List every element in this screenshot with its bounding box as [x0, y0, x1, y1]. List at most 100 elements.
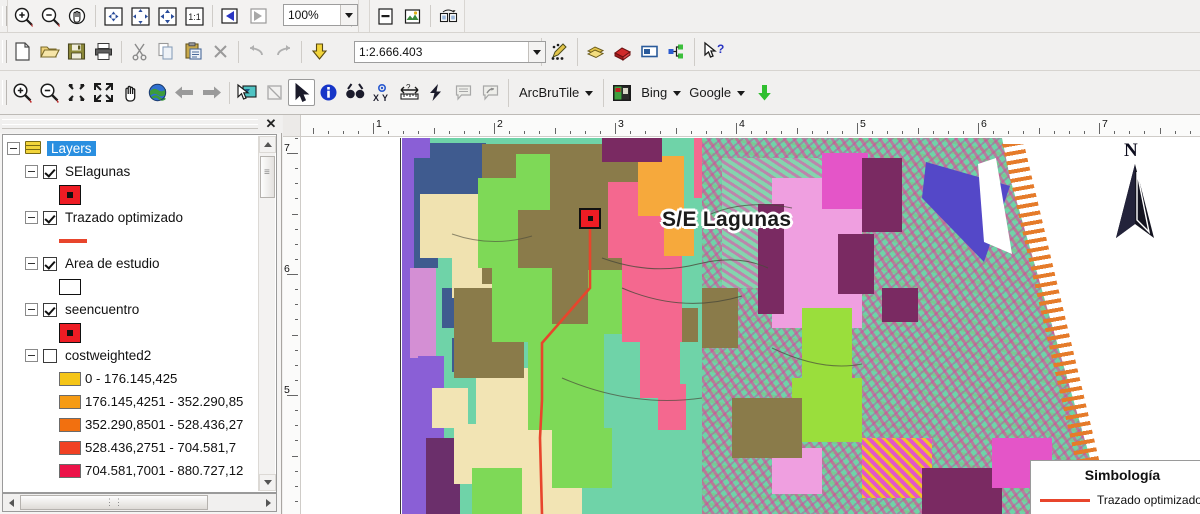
map-scale-combo[interactable]: 1:2.666.403: [354, 41, 546, 63]
toc-class-row[interactable]: 704.581,7001 - 880.727,12: [3, 459, 259, 482]
select-elements-icon[interactable]: [288, 79, 315, 106]
expand-collapse-icon[interactable]: [25, 349, 38, 362]
zoom-in-page-icon[interactable]: [10, 3, 37, 30]
expand-collapse-icon[interactable]: [25, 165, 38, 178]
map-view[interactable]: 1234567 765 S/E Lagunas N Simbología Tra…: [283, 115, 1200, 514]
toolbar-handle[interactable]: [0, 71, 7, 114]
print-icon[interactable]: [90, 38, 117, 65]
go-back-extent-icon[interactable]: [217, 3, 244, 30]
editor-toolbar-icon[interactable]: [546, 38, 573, 65]
data-driven-pages-icon[interactable]: [435, 3, 462, 30]
scroll-thumb[interactable]: ⋮⋮: [20, 495, 208, 510]
search-window-icon[interactable]: [636, 38, 663, 65]
toc-horizontal-scrollbar[interactable]: ⋮⋮: [2, 493, 277, 512]
chevron-down-icon[interactable]: [673, 91, 682, 96]
open-document-icon[interactable]: [36, 38, 63, 65]
hyperlink-icon[interactable]: [477, 79, 504, 106]
toolbar-handle[interactable]: [0, 0, 7, 32]
html-popup-icon[interactable]: [450, 79, 477, 106]
toc-class-row[interactable]: 528.436,2751 - 704.581,7: [3, 436, 259, 459]
google-menu[interactable]: Google: [687, 85, 733, 100]
toc-layer-seencuentro[interactable]: seencuentro: [3, 298, 259, 321]
scroll-right-button[interactable]: [260, 494, 276, 511]
toc-layer-selagunas[interactable]: SElagunas: [3, 160, 259, 183]
page-zoom-combo[interactable]: 100%: [283, 4, 358, 26]
redo-icon[interactable]: [270, 38, 297, 65]
clear-selection-icon[interactable]: [261, 79, 288, 106]
layer-visibility-checkbox[interactable]: [43, 164, 57, 179]
full-extent-icon[interactable]: [144, 79, 171, 106]
refresh-view-icon[interactable]: [399, 3, 426, 30]
expand-collapse-icon[interactable]: [7, 142, 20, 155]
zoom-out-icon[interactable]: [36, 79, 63, 106]
toc-class-row[interactable]: 352.290,8501 - 528.436,27: [3, 413, 259, 436]
paste-icon[interactable]: [180, 38, 207, 65]
go-forward-extent-icon[interactable]: [244, 3, 271, 30]
select-features-icon[interactable]: [234, 79, 261, 106]
zoom-whole-page-icon[interactable]: [154, 3, 181, 30]
fixed-zoom-in-tool-icon[interactable]: [63, 79, 90, 106]
toc-titlebar[interactable]: ✕: [0, 115, 282, 133]
undo-icon[interactable]: [243, 38, 270, 65]
previous-extent-icon[interactable]: [171, 79, 198, 106]
scroll-down-button[interactable]: [259, 474, 276, 491]
copy-icon[interactable]: [153, 38, 180, 65]
time-slider-icon[interactable]: [423, 79, 450, 106]
download-arrow-icon[interactable]: [751, 79, 778, 106]
identify-icon[interactable]: [315, 79, 342, 106]
close-icon[interactable]: ✕: [260, 116, 282, 132]
zoom-100-icon[interactable]: 1:1: [181, 3, 208, 30]
pan-page-icon[interactable]: [64, 3, 91, 30]
table-of-contents-icon[interactable]: [582, 38, 609, 65]
toc-vertical-scrollbar[interactable]: [258, 136, 276, 491]
catalog-icon[interactable]: [609, 38, 636, 65]
toc-tree[interactable]: Layers SElagunas Trazado optimizado Area…: [2, 134, 277, 493]
scroll-thumb[interactable]: [260, 156, 275, 198]
toolbox-icon[interactable]: [663, 38, 690, 65]
bing-menu[interactable]: Bing: [639, 85, 669, 100]
toolbar-handle[interactable]: [0, 33, 7, 70]
fixed-zoom-out-icon[interactable]: [127, 3, 154, 30]
fixed-zoom-in-icon[interactable]: [100, 3, 127, 30]
toc-layer-area-de-estudio[interactable]: Area de estudio: [3, 252, 259, 275]
toggle-draft-mode-icon[interactable]: [372, 3, 399, 30]
expand-collapse-icon[interactable]: [25, 303, 38, 316]
arcbrutile-logo-icon[interactable]: [608, 79, 635, 106]
go-to-xy-icon[interactable]: X Y: [369, 79, 396, 106]
delete-icon[interactable]: [207, 38, 234, 65]
expand-collapse-icon[interactable]: [25, 211, 38, 224]
toc-layer-costweighted2[interactable]: costweighted2: [3, 344, 259, 367]
new-document-icon[interactable]: [9, 38, 36, 65]
toc-layer-trazado-optimizado[interactable]: Trazado optimizado: [3, 206, 259, 229]
toc-grip[interactable]: [2, 119, 258, 129]
chevron-down-icon[interactable]: [585, 91, 594, 96]
arcbrutile-menu[interactable]: ArcBruTile: [517, 85, 581, 100]
toc-root-layers[interactable]: Layers: [3, 137, 259, 160]
ruler-tick-label: 7: [1102, 118, 1108, 130]
measure-icon[interactable]: ?: [396, 79, 423, 106]
zoom-in-icon[interactable]: [9, 79, 36, 106]
add-data-icon[interactable]: [306, 38, 333, 65]
chevron-down-icon[interactable]: [340, 5, 357, 25]
layer-visibility-checkbox[interactable]: [43, 302, 57, 317]
map-canvas[interactable]: S/E Lagunas N Simbología Trazado optimiz…: [302, 138, 1200, 514]
cut-icon[interactable]: [126, 38, 153, 65]
toc-class-row[interactable]: 176.145,4251 - 352.290,85: [3, 390, 259, 413]
layer-visibility-checkbox[interactable]: [43, 256, 57, 271]
scroll-up-button[interactable]: [259, 136, 276, 153]
layer-visibility-checkbox[interactable]: [43, 210, 57, 225]
next-extent-icon[interactable]: [198, 79, 225, 106]
layer-visibility-checkbox[interactable]: [43, 348, 57, 363]
class-label: 704.581,7001 - 880.727,12: [85, 463, 244, 478]
scroll-left-button[interactable]: [3, 494, 19, 511]
chevron-down-icon[interactable]: [528, 42, 545, 62]
whats-this-help-icon[interactable]: ?: [699, 38, 726, 65]
toc-class-row[interactable]: 0 - 176.145,425: [3, 367, 259, 390]
zoom-out-page-icon[interactable]: [37, 3, 64, 30]
expand-collapse-icon[interactable]: [25, 257, 38, 270]
fixed-zoom-out-tool-icon[interactable]: [90, 79, 117, 106]
pan-icon[interactable]: [117, 79, 144, 106]
find-icon[interactable]: [342, 79, 369, 106]
save-document-icon[interactable]: [63, 38, 90, 65]
chevron-down-icon[interactable]: [737, 91, 746, 96]
